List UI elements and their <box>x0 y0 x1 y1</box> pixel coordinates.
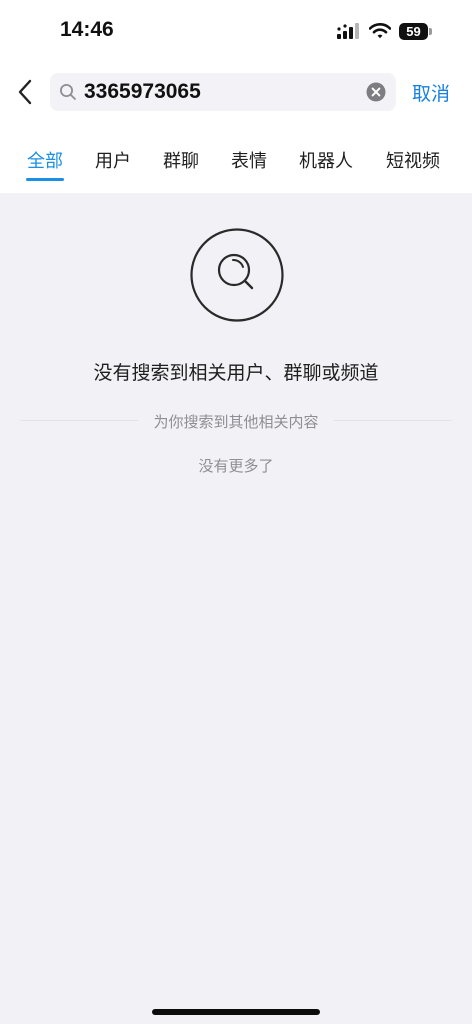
header-area: 14:46 59 3365973065 取消 全部 用户 群聊 表情 机器人 短… <box>0 0 472 193</box>
search-icon <box>60 84 76 100</box>
search-empty-icon <box>190 228 284 322</box>
battery-level: 59 <box>406 23 421 39</box>
tab-bots[interactable]: 机器人 <box>299 147 353 173</box>
status-icons: 59 <box>337 21 432 41</box>
tab-all[interactable]: 全部 <box>27 147 63 173</box>
back-button[interactable] <box>10 76 40 108</box>
wifi-icon <box>369 23 391 39</box>
clear-icon[interactable] <box>366 82 386 102</box>
search-box[interactable] <box>50 73 396 111</box>
active-tab-indicator <box>26 178 64 181</box>
search-input[interactable] <box>84 73 354 111</box>
battery-icon: 59 <box>399 22 432 40</box>
no-more-label: 没有更多了 <box>198 457 274 475</box>
divider <box>334 420 452 421</box>
tab-short-videos[interactable]: 短视频 <box>386 147 440 173</box>
chevron-left-icon <box>18 79 32 105</box>
tab-bar: 全部 用户 群聊 表情 机器人 短视频 <box>0 147 472 183</box>
tab-users[interactable]: 用户 <box>95 147 131 173</box>
status-time: 14:46 <box>60 18 114 41</box>
cancel-button[interactable]: 取消 <box>412 79 450 106</box>
tab-stickers[interactable]: 表情 <box>231 147 267 173</box>
home-indicator[interactable] <box>152 1009 320 1015</box>
tab-group-chats[interactable]: 群聊 <box>163 147 199 173</box>
signal-icon <box>337 23 359 39</box>
empty-state-title: 没有搜索到相关用户、群聊或频道 <box>93 362 379 384</box>
related-content-label: 为你搜索到其他相关内容 <box>153 413 319 431</box>
